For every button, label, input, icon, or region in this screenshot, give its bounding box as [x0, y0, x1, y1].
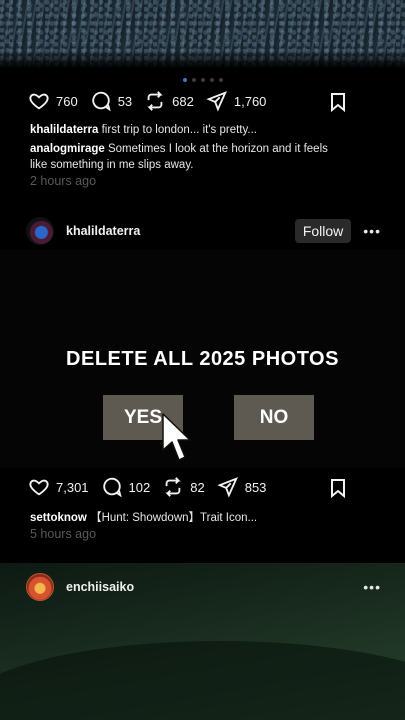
avatar[interactable] — [26, 217, 54, 245]
like-count: 7,301 — [56, 479, 89, 495]
repost-count: 682 — [172, 93, 194, 109]
more-options-icon[interactable]: ••• — [363, 223, 381, 239]
post-timestamp: 5 hours ago — [30, 527, 97, 541]
follow-button[interactable]: Follow — [294, 219, 352, 243]
profile-username[interactable]: khalildaterra — [66, 224, 140, 238]
carousel-dot — [218, 78, 223, 82]
carousel-dot — [191, 78, 196, 82]
caption-text: 【Hunt: Showdown】Trait Icon... — [90, 512, 258, 524]
post-photo-top[interactable] — [0, 0, 405, 68]
bookmark-icon — [331, 479, 345, 499]
profile-username[interactable]: enchiisaiko — [66, 580, 134, 594]
post-timestamp: 2 hours ago — [30, 174, 97, 188]
no-button[interactable]: NO — [234, 395, 314, 440]
repost-count: 82 — [190, 479, 205, 495]
comment-username[interactable]: analogmirage — [30, 143, 105, 155]
carousel-dot — [200, 78, 205, 82]
caption-username[interactable]: khalildaterra — [30, 124, 98, 136]
carousel-dot-active — [182, 78, 187, 82]
share-button[interactable]: 1,760 — [206, 90, 267, 112]
post-header: khalildaterra Follow ••• — [26, 216, 381, 246]
post-comment[interactable]: analogmirage Sometimes I look at the hor… — [30, 141, 340, 173]
share-count: 853 — [244, 479, 267, 495]
repost-button[interactable]: 682 — [144, 90, 194, 112]
bookmark-icon — [331, 93, 345, 113]
share-icon — [217, 477, 238, 498]
share-button[interactable]: 853 — [217, 476, 267, 498]
bookmark-button[interactable] — [329, 478, 347, 499]
post-header: enchiisaiko ••• — [26, 572, 381, 602]
heart-icon — [29, 93, 49, 110]
comment-count: 53 — [117, 93, 133, 109]
cursor-icon — [162, 413, 191, 461]
comment-icon — [92, 91, 111, 112]
post-caption[interactable]: khalildaterra first trip to london... it… — [30, 122, 340, 138]
dialog-title: DELETE ALL 2025 PHOTOS — [66, 348, 339, 370]
like-count: 760 — [56, 93, 78, 109]
like-button[interactable]: 7,301 — [28, 476, 89, 498]
caption-text: first trip to london... it's pretty... — [101, 124, 257, 136]
heart-icon — [29, 479, 49, 496]
repost-icon — [147, 91, 163, 111]
comment-button[interactable]: 102 — [101, 476, 151, 498]
comment-button[interactable]: 53 — [90, 90, 132, 112]
comment-count: 102 — [128, 479, 151, 495]
repost-button[interactable]: 82 — [162, 476, 205, 498]
post-actions: 7,301 102 82 853 — [28, 476, 349, 498]
more-options-icon[interactable]: ••• — [363, 579, 381, 595]
post-actions: 760 53 682 1,760 — [28, 90, 349, 112]
share-icon — [206, 91, 227, 112]
comment-icon — [102, 477, 122, 498]
caption-username[interactable]: settoknow — [30, 512, 87, 524]
like-button[interactable]: 760 — [28, 90, 78, 112]
avatar[interactable] — [26, 573, 54, 601]
carousel-dot — [209, 78, 214, 82]
repost-icon — [165, 477, 181, 497]
carousel-indicator — [0, 78, 405, 82]
share-count: 1,760 — [233, 93, 267, 109]
bookmark-button[interactable] — [329, 92, 347, 113]
post-caption[interactable]: settoknow 【Hunt: Showdown】Trait Icon... — [30, 510, 340, 526]
